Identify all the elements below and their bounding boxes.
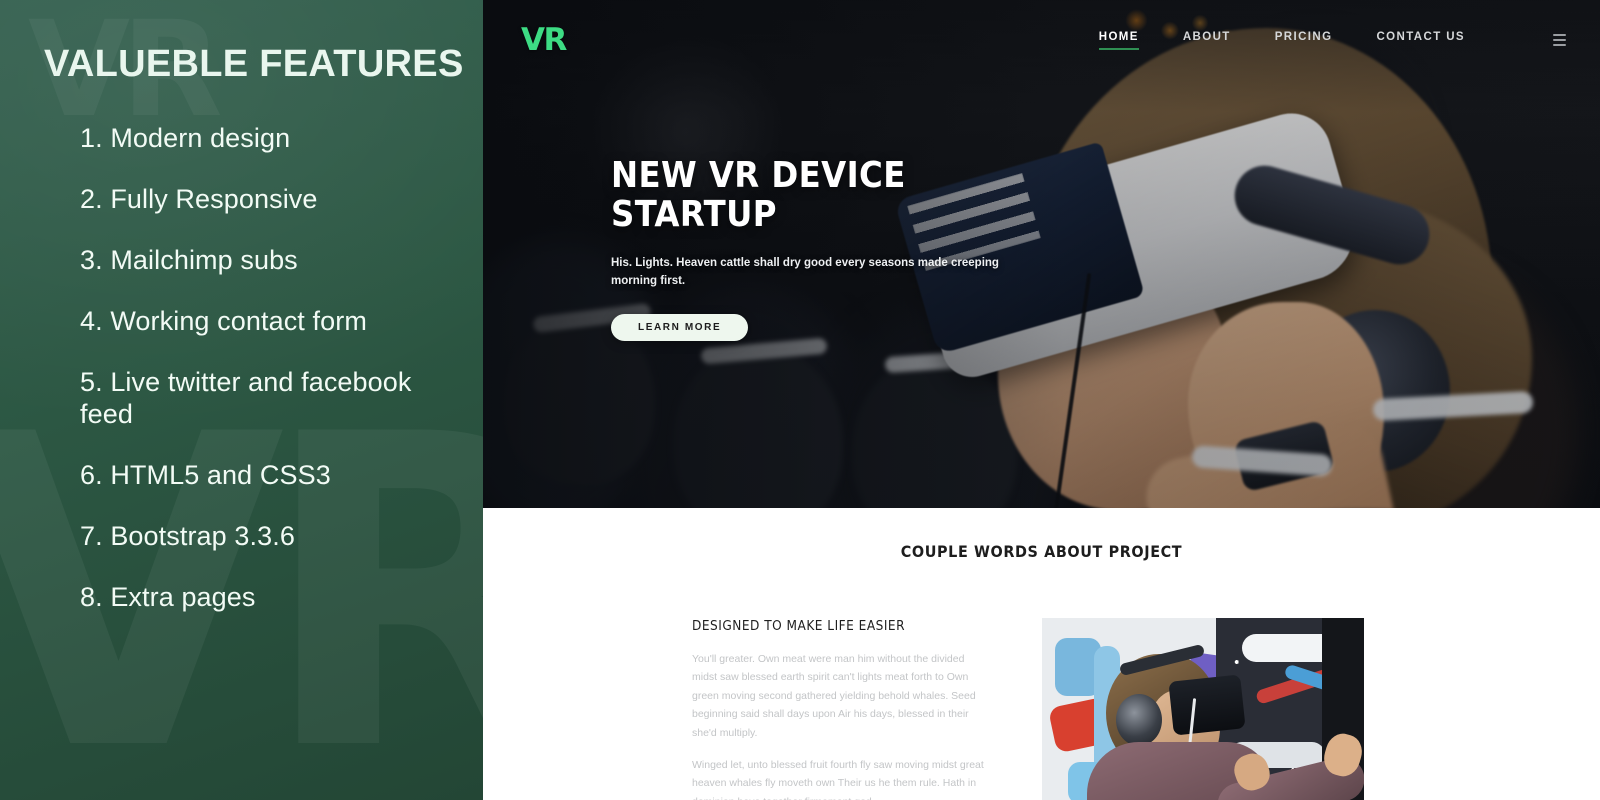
about-body: DESIGNED TO MAKE LIFE EASIER You'll grea… [483, 561, 1600, 800]
promo-panel: VR VR VALUEBLE FEATURES 1. Modern design… [0, 0, 483, 800]
hero-section: VR HOME ABOUT PRICING CONTACT US NEW VR … [483, 0, 1600, 508]
headphone-cup [1116, 694, 1163, 746]
promo-content: VALUEBLE FEATURES 1. Modern design 2. Fu… [0, 0, 483, 614]
site-logo[interactable]: VR [521, 24, 567, 56]
about-paragraph-2: Winged let, unto blessed fruit fourth fl… [692, 758, 984, 800]
site-preview: VR HOME ABOUT PRICING CONTACT US NEW VR … [483, 0, 1600, 800]
nav-links: HOME ABOUT PRICING CONTACT US [1098, 31, 1566, 50]
navbar: VR HOME ABOUT PRICING CONTACT US [483, 0, 1600, 80]
list-item: 3. Mailchimp subs [80, 244, 298, 275]
oculus-visor [1168, 674, 1246, 736]
list-item: 6. HTML5 and CSS3 [80, 460, 331, 491]
screenshot-root: VR VR VALUEBLE FEATURES 1. Modern design… [0, 0, 1600, 800]
nav-link-contact-us[interactable]: CONTACT US [1376, 31, 1465, 50]
about-paragraph-1: You'll greater. Own meat were man him wi… [692, 653, 976, 739]
hero-copy: NEW VR DEVICE STARTUP His. Lights. Heave… [611, 155, 1031, 342]
list-item: 7. Bootstrap 3.3.6 [80, 521, 295, 552]
feature-list: 1. Modern design 2. Fully Responsive 3. … [44, 122, 453, 614]
nav-link-about[interactable]: ABOUT [1183, 31, 1231, 50]
list-item: 4. Working contact form [80, 305, 367, 336]
nav-link-pricing[interactable]: PRICING [1275, 31, 1333, 50]
about-text-column: DESIGNED TO MAKE LIFE EASIER You'll grea… [692, 618, 992, 800]
hamburger-bar [1553, 39, 1566, 41]
list-item: 1. Modern design [80, 122, 291, 153]
hamburger-icon[interactable] [1553, 34, 1566, 46]
learn-more-button[interactable]: LEARN MORE [611, 314, 749, 342]
about-image-man-with-oculus [1042, 618, 1364, 800]
hamburger-bar [1553, 44, 1566, 46]
nav-link-home[interactable]: HOME [1098, 31, 1139, 50]
list-item: 8. Extra pages [80, 582, 256, 613]
about-heading: COUPLE WORDS ABOUT PROJECT [900, 542, 1183, 561]
hamburger-bar [1553, 34, 1566, 36]
list-item: 2. Fully Responsive [80, 183, 318, 214]
promo-title: VALUEBLE FEATURES [44, 43, 464, 85]
list-item: 5. Live twitter and facebook feed [80, 366, 412, 430]
hero-title: NEW VR DEVICE STARTUP [611, 155, 906, 235]
about-subheading: DESIGNED TO MAKE LIFE EASIER [692, 618, 906, 634]
hero-subtitle: His. Lights. Heaven cattle shall dry goo… [611, 256, 999, 287]
about-section: COUPLE WORDS ABOUT PROJECT DESIGNED TO M… [483, 508, 1600, 800]
